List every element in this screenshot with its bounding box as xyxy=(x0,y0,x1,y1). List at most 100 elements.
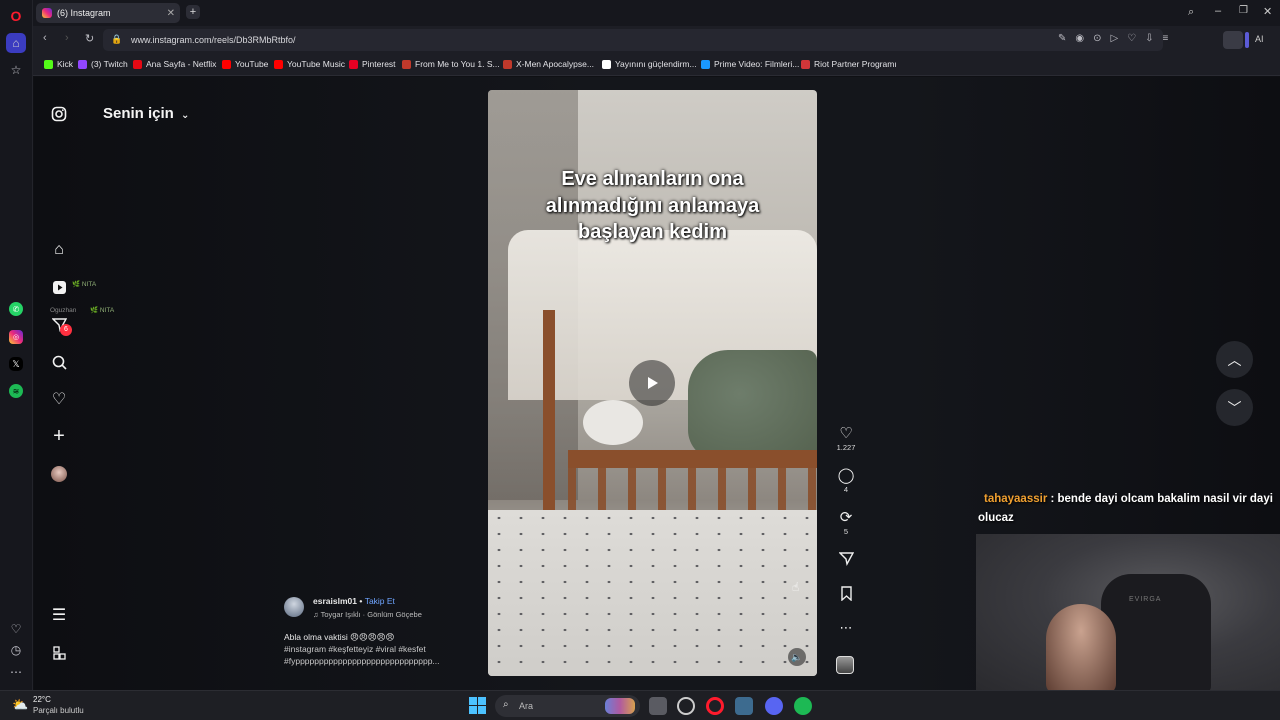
feed-title[interactable]: Senin için ⌄ xyxy=(103,105,189,122)
bed-sheet xyxy=(488,510,817,676)
addressbar-tools: ✎◉⊙▷♡⇩≡ xyxy=(1058,33,1178,44)
reel-video[interactable]: Eve alınanların ona alınmadığını anlamay… xyxy=(488,90,817,676)
profile-avatar[interactable] xyxy=(51,466,67,482)
search-tabs-icon[interactable]: ⌕ xyxy=(1188,6,1194,19)
mouse-cursor-icon: ☝ xyxy=(792,580,800,594)
next-reel-button[interactable]: ﹀ xyxy=(1216,389,1253,426)
back-icon[interactable]: ‹ xyxy=(43,32,47,44)
bookmark-item[interactable]: Yayınını güçlendirm... xyxy=(602,59,697,69)
save-action[interactable] xyxy=(835,586,857,606)
mute-button[interactable]: 🔈 xyxy=(788,648,806,666)
close-window-button[interactable]: ✕ xyxy=(1263,5,1272,18)
heart-icon[interactable]: ♡ xyxy=(6,619,26,639)
bookmark-item[interactable]: (3) Twitch xyxy=(78,59,128,69)
opera-logo-icon[interactable]: O xyxy=(6,6,26,26)
share-action[interactable] xyxy=(835,551,857,571)
bookmark-label: (3) Twitch xyxy=(91,59,128,69)
task-view-icon[interactable] xyxy=(649,697,667,715)
spotify-taskbar-icon[interactable] xyxy=(794,697,812,715)
restore-button[interactable]: ❐ xyxy=(1239,5,1248,16)
bookmark-item[interactable]: Kick xyxy=(44,59,73,69)
weather-temperature: 22°C xyxy=(33,695,51,704)
taskbar-search[interactable]: ⌕ Ara xyxy=(495,695,640,717)
tab-close-icon[interactable]: ✕ xyxy=(167,8,175,19)
url-field[interactable]: 🔒 www.instagram.com/reels/Db3RMbRtbfo/ xyxy=(103,29,1163,51)
extensions-icon[interactable] xyxy=(1223,31,1243,49)
bookmark-favicon-icon xyxy=(602,59,611,69)
bookmark-item[interactable]: YouTube Music xyxy=(274,59,345,69)
search-highlight-image xyxy=(605,698,635,714)
share-icon[interactable] xyxy=(837,551,854,567)
ai-button[interactable]: AI xyxy=(1255,34,1264,44)
reels-nav-icon[interactable] xyxy=(49,277,69,297)
weather-icon[interactable]: ⛅ xyxy=(12,697,28,713)
comment-action[interactable]: ◯ 4 xyxy=(835,466,857,494)
instagram-sidebar-icon[interactable]: ◎ xyxy=(9,330,23,344)
repost-action[interactable]: ⟳ 5 xyxy=(835,508,857,536)
post-music[interactable]: ♫ Toygar Işıklı · Gönlüm Göçebe xyxy=(313,610,422,619)
bookmark-favicon-icon xyxy=(503,59,512,69)
windows-start-icon[interactable] xyxy=(469,697,486,714)
bookmark-item[interactable]: Pinterest xyxy=(349,59,396,69)
post-author-avatar[interactable] xyxy=(284,597,304,617)
video-caption-line-2: alınmadığını anlamaya xyxy=(545,195,760,217)
chevron-down-icon: ⌄ xyxy=(181,110,190,121)
settings-app-icon[interactable] xyxy=(735,697,753,715)
home-nav-icon[interactable]: ⌂ xyxy=(49,240,69,260)
post-hashtags-2[interactable]: #fyppppppppppppppppppppppppppppp... xyxy=(284,656,440,666)
bookmark-label: Kick xyxy=(57,59,74,69)
streamer xyxy=(1046,604,1116,694)
bookmark-item[interactable]: From Me to You 1. S... xyxy=(402,59,500,69)
tab-bar: (6) Instagram ✕ + ⌕ – ❐ ✕ xyxy=(33,0,1280,26)
bookmark-favicon-icon xyxy=(78,59,87,69)
star-icon[interactable]: ☆ xyxy=(6,60,26,80)
gaming-chair: EVIRGA xyxy=(1101,574,1211,694)
like-action[interactable]: ♡ 1.227 xyxy=(835,424,857,452)
tab-instagram[interactable]: (6) Instagram ✕ xyxy=(36,3,180,23)
menu-hamburger-icon[interactable]: ☰ xyxy=(49,605,69,625)
bookmark-item[interactable]: Riot Partner Programı xyxy=(801,59,897,69)
repost-icon[interactable]: ⟳ xyxy=(835,508,857,526)
address-bar: ‹ › ↻ 🔒 www.instagram.com/reels/Db3RMbRt… xyxy=(33,26,1280,54)
create-plus-icon[interactable]: + xyxy=(49,425,69,447)
more-apps-icon[interactable] xyxy=(49,643,69,663)
bookmark-label: From Me to You 1. S... xyxy=(415,59,500,69)
x-icon[interactable]: 𝕏 xyxy=(9,357,23,371)
bookmark-item[interactable]: X-Men Apocalypse... xyxy=(503,59,594,69)
instagram-logo-icon[interactable] xyxy=(49,104,69,124)
comment-icon[interactable]: ◯ xyxy=(835,466,857,484)
discord-icon[interactable] xyxy=(765,697,783,715)
bookmark-item[interactable]: Prime Video: Filmleri... xyxy=(701,59,799,69)
home-icon[interactable]: ⌂ xyxy=(6,33,26,53)
search-nav-icon[interactable] xyxy=(49,352,69,372)
video-caption-line-1: Eve alınanların ona xyxy=(561,168,744,190)
bookmark-item[interactable]: Ana Sayfa - Netflix xyxy=(133,59,216,69)
follow-button[interactable]: Takip Et xyxy=(365,596,395,606)
audio-thumbnail[interactable] xyxy=(836,656,854,674)
whatsapp-icon[interactable]: ✆ xyxy=(9,302,23,316)
sidebar-toggle-icon[interactable] xyxy=(1245,32,1249,48)
crib-post xyxy=(543,310,555,530)
forward-icon[interactable]: › xyxy=(65,32,69,44)
more-icon[interactable]: ⋯ xyxy=(6,662,26,682)
new-tab-button[interactable]: + xyxy=(186,5,200,19)
like-heart-icon[interactable]: ♡ xyxy=(835,424,857,442)
more-options-icon[interactable]: ⋯ xyxy=(835,620,857,636)
instagram-favicon-icon xyxy=(42,8,52,18)
gaming-app-icon[interactable] xyxy=(677,697,695,715)
comment-count: 4 xyxy=(843,485,849,494)
bookmark-item[interactable]: YouTube xyxy=(222,59,268,69)
spotify-sidebar-icon[interactable]: ≋ xyxy=(9,384,23,398)
notifications-heart-icon[interactable]: ♡ xyxy=(49,389,69,409)
bookmark-label: Ana Sayfa - Netflix xyxy=(146,59,217,69)
opera-taskbar-icon[interactable] xyxy=(706,697,724,715)
bookmark-icon[interactable] xyxy=(840,586,853,602)
post-username[interactable]: esraislm01 xyxy=(313,596,357,606)
repost-count: 5 xyxy=(843,527,849,536)
reload-icon[interactable]: ↻ xyxy=(85,32,94,45)
history-icon[interactable]: ◷ xyxy=(6,640,26,660)
minimize-button[interactable]: – xyxy=(1215,5,1221,17)
previous-reel-button[interactable]: ︿ xyxy=(1216,341,1253,378)
bookmark-label: YouTube xyxy=(235,59,269,69)
play-button[interactable] xyxy=(629,360,675,406)
